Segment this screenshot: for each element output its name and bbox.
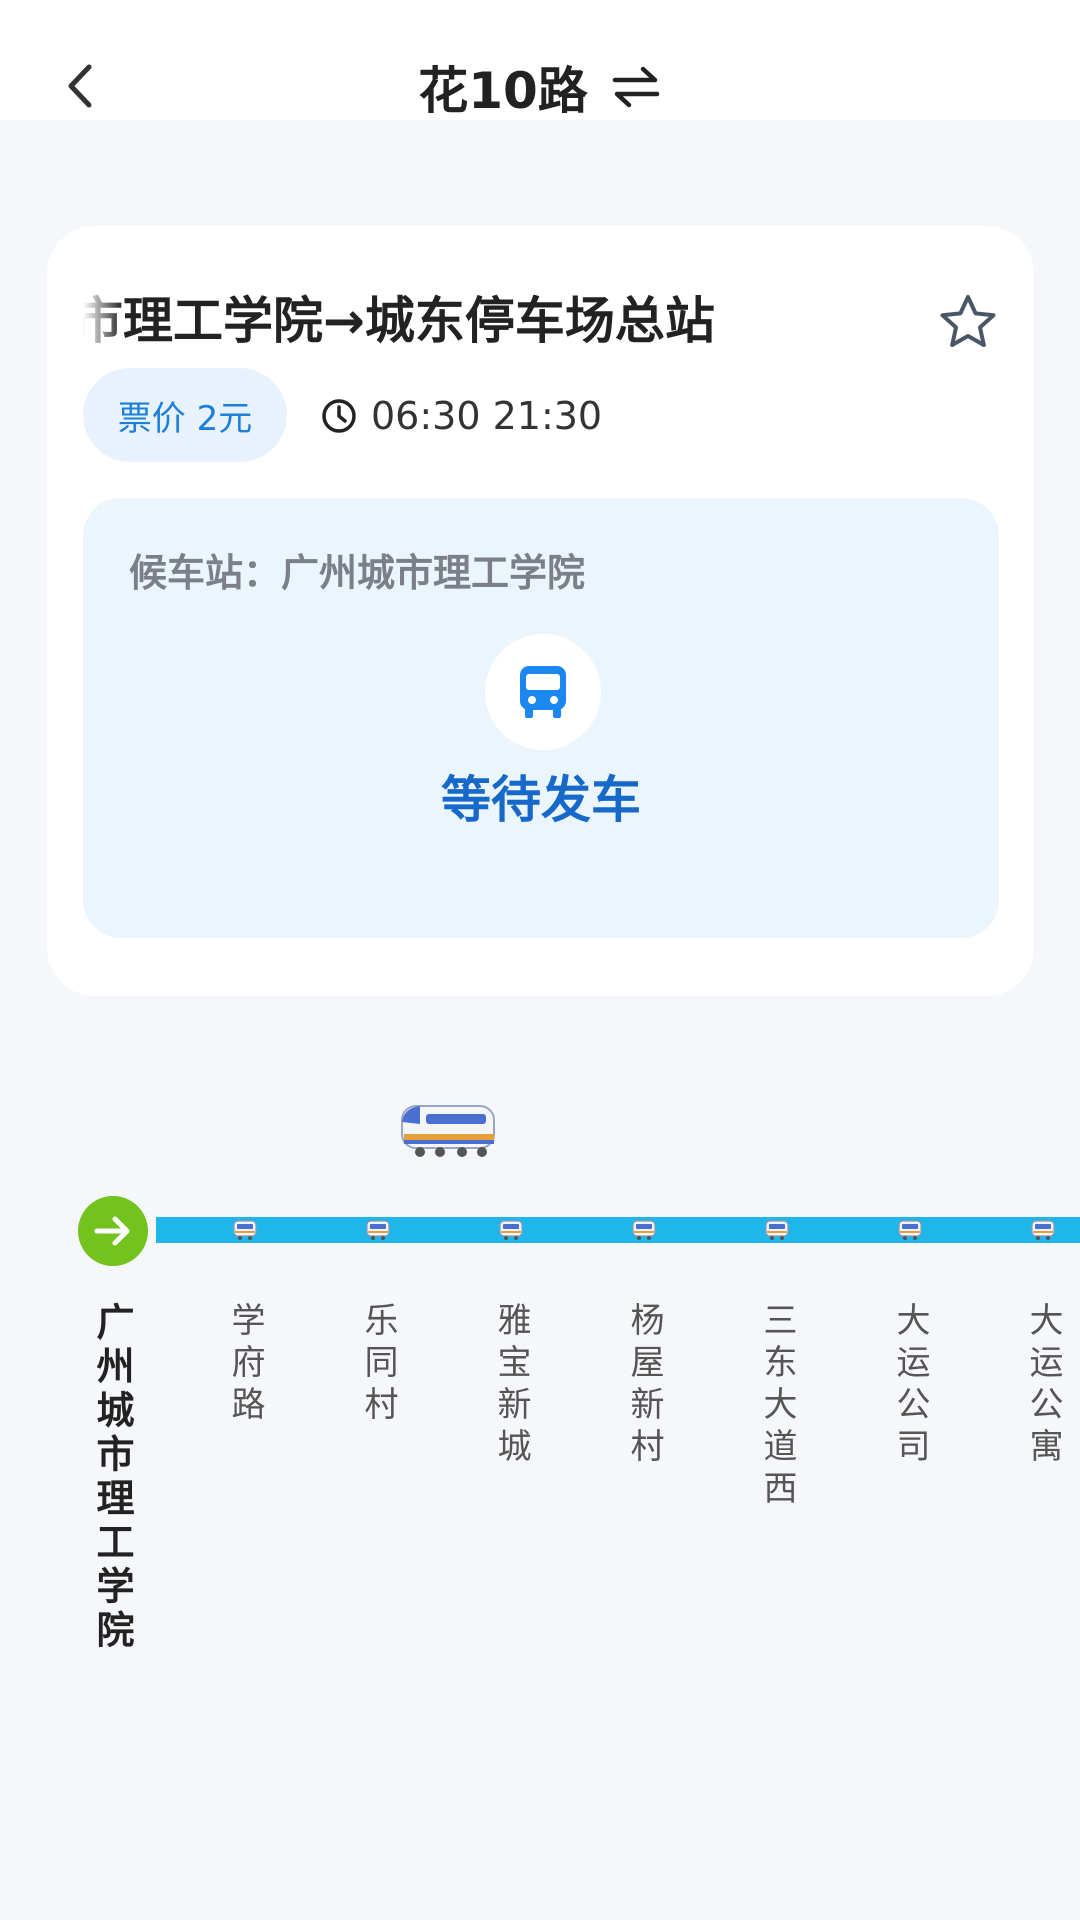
waiting-status: 等待发车 <box>441 771 641 829</box>
station-item[interactable]: 大运公寓 <box>1023 1302 1063 1470</box>
station-start[interactable]: 广州城市理工学院 <box>90 1302 134 1654</box>
track-bus-icon <box>765 1220 789 1240</box>
arrow-right-icon <box>94 1216 130 1246</box>
hours-text: 06:30 21:30 <box>371 394 603 438</box>
bus-badge <box>485 634 601 750</box>
swap-direction-button[interactable] <box>610 61 662 113</box>
fare-badge: 票价 2元 <box>83 368 287 462</box>
station-item[interactable]: 学府路 <box>225 1302 265 1428</box>
favorite-button[interactable] <box>937 292 999 354</box>
track-bus-icon <box>499 1220 523 1240</box>
station-item[interactable]: 乐同村 <box>358 1302 398 1428</box>
page: 花10路 市理工学院→城东停车场总站 票价 2元 06:30 21:30 候车站… <box>0 0 1080 1920</box>
star-outline-icon <box>940 295 996 347</box>
direction-text: 市理工学院→城东停车场总站 <box>83 292 715 350</box>
track-bus-icon <box>366 1220 390 1240</box>
bus-icon <box>520 666 566 718</box>
track-bus-icon <box>632 1220 656 1240</box>
station-item[interactable]: 杨屋新村 <box>624 1302 664 1470</box>
track-bus-icon <box>233 1220 257 1240</box>
route-info-card: 市理工学院→城东停车场总站 票价 2元 06:30 21:30 候车站：广州城市… <box>47 226 1034 996</box>
station-item[interactable]: 雅宝新城 <box>491 1302 531 1470</box>
route-title: 花10路 <box>418 62 588 120</box>
operating-hours: 06:30 21:30 <box>321 386 602 446</box>
direction-fade <box>83 286 123 356</box>
waiting-panel: 候车站：广州城市理工学院 等待发车 <box>83 498 999 938</box>
route-track <box>156 1217 1080 1243</box>
start-station-marker <box>78 1196 148 1266</box>
direction-title: 市理工学院→城东停车场总站 <box>83 286 903 356</box>
clock-icon <box>322 399 356 433</box>
station-item[interactable]: 大运公司 <box>890 1302 930 1470</box>
title-group: 花10路 <box>0 52 1080 122</box>
waiting-station: 候车站：广州城市理工学院 <box>129 551 586 595</box>
swap-direction-icon <box>612 66 660 108</box>
station-item[interactable]: 三东大道西 <box>757 1302 797 1512</box>
train-icon <box>401 1105 495 1157</box>
top-bar: 花10路 <box>0 0 1080 120</box>
track-bus-icon <box>898 1220 922 1240</box>
track-bus-icon <box>1031 1220 1055 1240</box>
